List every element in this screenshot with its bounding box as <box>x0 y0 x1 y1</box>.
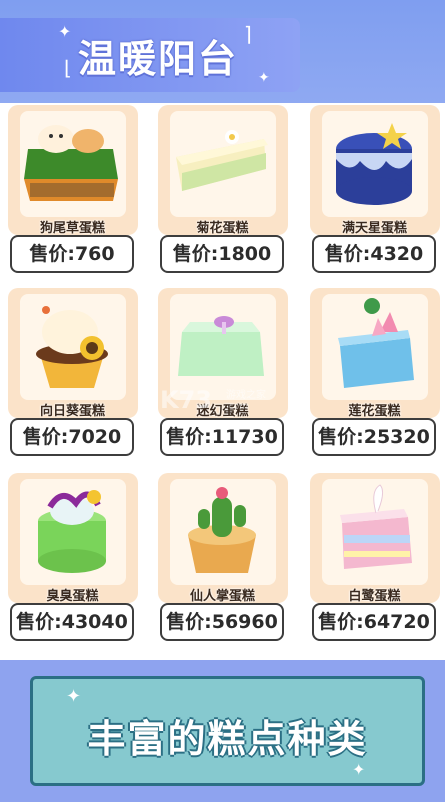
watermark-logo: K73 游戏之家 .com <box>160 384 300 424</box>
cake-item-3[interactable]: 向日葵蛋糕 售价:7020 <box>4 288 141 463</box>
price-label: 售价:1800 <box>160 235 284 273</box>
corner-bracket-icon: ⌊ <box>64 56 72 80</box>
cake-item-4[interactable]: 迷幻蛋糕 售价:11730 <box>154 288 291 463</box>
cake-name: 满天星蛋糕 <box>341 221 407 236</box>
cake-item-5[interactable]: 莲花蛋糕 售价:25320 <box>306 288 443 463</box>
sparkle-icon: ✦ <box>258 70 270 86</box>
lotus-cake-icon <box>338 298 414 388</box>
price-label: 售价:56960 <box>160 603 284 641</box>
price-label: 售价:760 <box>10 235 134 273</box>
cake-name: 向日葵蛋糕 <box>39 404 105 419</box>
cake-item-2[interactable]: 满天星蛋糕 售价:4320 <box>306 105 443 280</box>
cake-name: 白鹭蛋糕 <box>348 589 401 604</box>
cake-item-7[interactable]: 仙人掌蛋糕 售价:56960 <box>154 473 291 648</box>
price-label: 售价:7020 <box>10 418 134 456</box>
footer-slogan: 丰富的糕点种类 <box>87 717 368 761</box>
cake-name: 仙人掌蛋糕 <box>189 589 255 604</box>
price-label: 售价:25320 <box>312 418 436 456</box>
cake-name: 臭臭蛋糕 <box>46 589 99 604</box>
corner-bracket-icon: ⌉ <box>244 22 252 46</box>
cake-item-6[interactable]: 臭臭蛋糕 售价:43040 <box>4 473 141 648</box>
grass-cake-icon <box>24 125 118 201</box>
cactus-cake-icon <box>188 487 256 573</box>
chrysanthemum-cake-icon <box>176 130 268 191</box>
stinky-cake-icon <box>38 490 106 573</box>
egret-cake-icon <box>340 484 412 569</box>
psychedelic-cake-icon <box>178 316 264 376</box>
watermark-k73: K73 <box>160 386 212 414</box>
cake-item-1[interactable]: 菊花蛋糕 售价:1800 <box>154 105 291 280</box>
sparkle-icon: ✦ <box>58 22 72 41</box>
cake-name: 狗尾草蛋糕 <box>39 221 105 236</box>
cake-name: 莲花蛋糕 <box>348 404 401 419</box>
page-title: 温暖阳台 <box>78 37 239 81</box>
cake-item-8[interactable]: 白鹭蛋糕 售价:64720 <box>306 473 443 648</box>
watermark-url: .com <box>226 402 249 412</box>
price-label: 售价:43040 <box>10 603 134 641</box>
cake-item-0[interactable]: 狗尾草蛋糕 售价:760 <box>4 105 141 280</box>
cake-name: 菊花蛋糕 <box>196 221 249 236</box>
watermark-site: 游戏之家 <box>226 390 266 401</box>
price-label: 售价:4320 <box>312 235 436 273</box>
price-label: 售价:64720 <box>312 603 436 641</box>
header-banner: ✦ ✦ ⌊ ⌉ 温暖阳台 <box>0 0 445 103</box>
sparkle-icon: ✦ <box>66 686 82 707</box>
sunflower-cake-icon <box>36 306 108 388</box>
starry-cake-icon <box>336 123 412 205</box>
